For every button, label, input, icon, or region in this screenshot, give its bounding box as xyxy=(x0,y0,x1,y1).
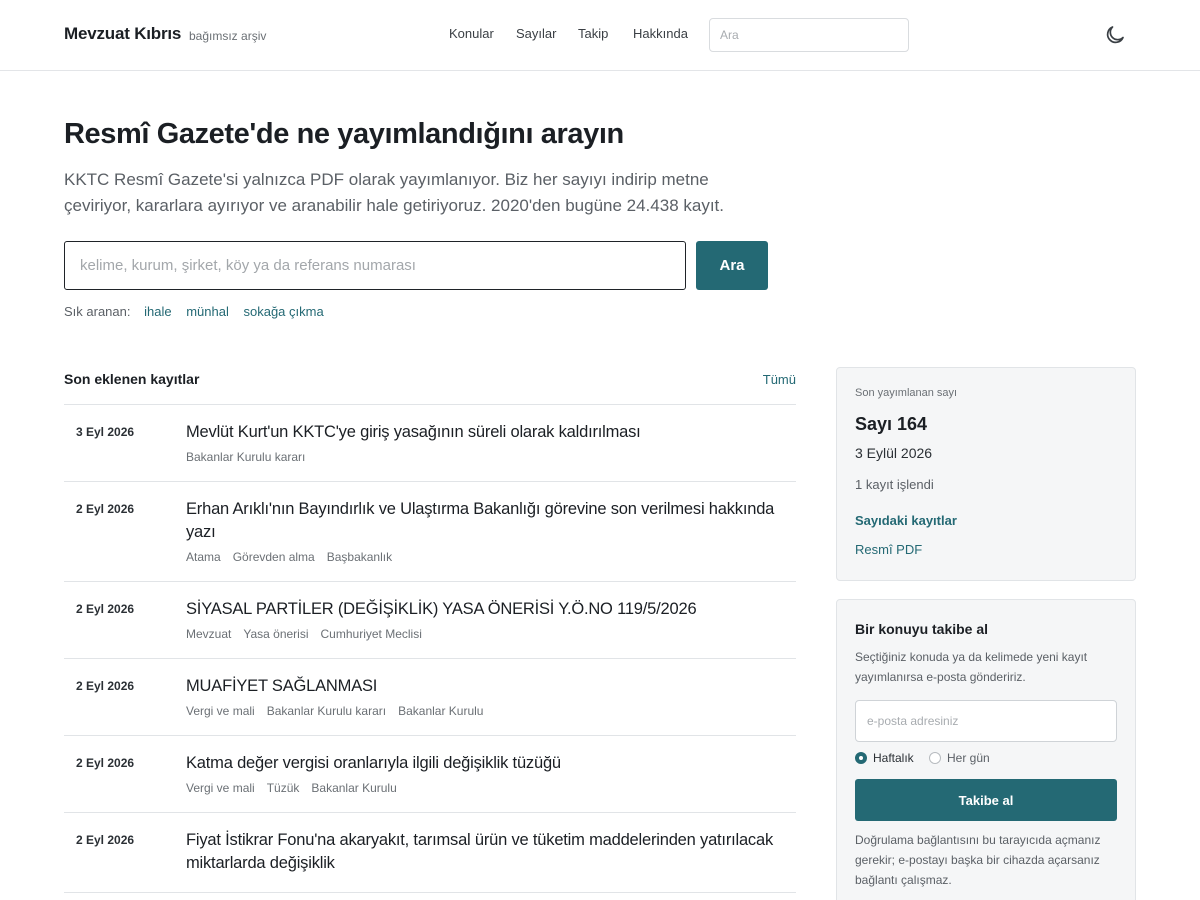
records-all-link[interactable]: Tümü xyxy=(763,372,796,387)
header-search-input[interactable] xyxy=(709,18,909,52)
record-tag: Tüzük xyxy=(266,781,300,795)
record-tag: Vergi ve mali xyxy=(186,781,255,795)
record-title-link[interactable]: Fiyat İstikrar Fonu'na akaryakıt, tarıms… xyxy=(186,829,796,875)
record-title-link[interactable]: Mevlüt Kurt'un KKTC'ye giriş yasağının s… xyxy=(186,421,796,444)
frequent-term-ihale[interactable]: ihale xyxy=(144,304,171,319)
frequent-searches-label: Sık aranan: xyxy=(64,304,131,319)
radio-daily-label: Her gün xyxy=(947,751,990,765)
radio-weekly[interactable]: Haftalık xyxy=(855,751,914,765)
record-row: 2 Eyl 2026 SİYASAL PARTİLER (DEĞİŞİKLİK) … xyxy=(64,582,796,659)
latest-issue-label: Son yayımlanan sayı xyxy=(855,387,958,399)
record-title-link[interactable]: SİYASAL PARTİLER (DEĞİŞİKLİK) YASA ÖNERİ… xyxy=(186,598,796,621)
record-tag: Bakanlar Kurulu xyxy=(311,781,397,795)
record-tag: Yasa önerisi xyxy=(243,627,309,641)
radio-weekly-label: Haftalık xyxy=(873,751,914,765)
brand-logo[interactable]: Mevzuat Kıbrıs xyxy=(64,24,181,44)
record-tag: Bakanlar Kurulu kararı xyxy=(186,450,306,464)
record-tags: Vergi ve mali Tüzük Bakanlar Kurulu xyxy=(186,781,796,795)
main-search-input[interactable] xyxy=(64,241,686,290)
record-tag: Vergi ve mali xyxy=(186,704,255,718)
record-tag: Mevzuat xyxy=(186,627,232,641)
record-tag: Bakanlar Kurulu kararı xyxy=(266,704,387,718)
nav-konular[interactable]: Konular xyxy=(449,26,494,41)
frequent-term-sokaga-cikma[interactable]: sokağa çıkma xyxy=(243,304,323,319)
record-tag: Başbakanlık xyxy=(326,550,393,564)
follow-topic-card: Bir konuyu takibe al Seçtiğiniz konuda y… xyxy=(836,599,1136,900)
hero-description: KKTC Resmî Gazete'si yalnızca PDF olarak… xyxy=(64,170,724,215)
records-title: Son eklenen kayıtlar xyxy=(64,371,200,387)
record-row: 2 Eyl 2026 MUAFİYET SAĞLANMASI Vergi ve ma… xyxy=(64,659,796,736)
nav-sayilar[interactable]: Sayılar xyxy=(516,26,556,41)
radio-weekly-indicator[interactable] xyxy=(855,752,867,764)
official-pdf-link[interactable]: Resmî PDF xyxy=(855,542,922,557)
record-row: 3 Eyl 2026 Mevlüt Kurt'un KKTC'ye giriş y… xyxy=(64,405,796,482)
record-date: 3 Eyl 2026 xyxy=(76,425,135,439)
follow-description: Seçtiğiniz konuda ya da kelimede yeni ka… xyxy=(855,650,1088,684)
issue-records-link[interactable]: Sayıdaki kayıtlar xyxy=(855,513,957,528)
frequent-term-munhal[interactable]: münhal xyxy=(186,304,229,319)
record-title-link[interactable]: MUAFİYET SAĞLANMASI xyxy=(186,675,796,698)
frequent-searches: Sık aranan: ihale münhal sokağa çıkma xyxy=(64,304,335,319)
record-tags: Atama Görevden alma Başbakanlık xyxy=(186,550,796,564)
record-date: 2 Eyl 2026 xyxy=(76,756,135,770)
records-list: 3 Eyl 2026 Mevlüt Kurt'un KKTC'ye giriş y… xyxy=(64,405,796,893)
latest-issue-date: 3 Eylül 2026 xyxy=(855,445,933,461)
record-row: 2 Eyl 2026 Fiyat İstikrar Fonu'na akaryak… xyxy=(64,813,796,893)
moon-icon[interactable] xyxy=(1103,23,1127,47)
nav-takip[interactable]: Takip xyxy=(578,26,608,41)
top-header: Mevzuat Kıbrıs bağımsız arşiv Konular Sa… xyxy=(0,0,1200,71)
record-tag: Bakanlar Kurulu xyxy=(398,704,484,718)
record-date: 2 Eyl 2026 xyxy=(76,502,135,516)
email-field[interactable] xyxy=(855,700,1117,742)
latest-issue-number: Sayı 164 xyxy=(855,414,928,434)
record-tags: Mevzuat Yasa önerisi Cumhuriyet Meclisi xyxy=(186,627,796,641)
radio-daily[interactable]: Her gün xyxy=(929,751,990,765)
page-title: Resmî Gazete'de ne yayımlandığını arayın xyxy=(64,118,624,150)
record-title-link[interactable]: Erhan Arıklı'nın Bayındırlık ve Ulaştırm… xyxy=(186,498,796,544)
records-header: Son eklenen kayıtlar Tümü xyxy=(64,371,796,405)
record-title-link[interactable]: Katma değer vergisi oranlarıyla ilgili d… xyxy=(186,752,796,775)
brand-tagline: bağımsız arşiv xyxy=(189,29,267,43)
follow-submit-button[interactable]: Takibe al xyxy=(855,779,1117,821)
latest-issue-card: Son yayımlanan sayı Sayı 164 3 Eylül 202… xyxy=(836,367,1136,581)
latest-issue-count: 1 kayıt işlendi xyxy=(855,477,934,492)
record-row: 2 Eyl 2026 Katma değer vergisi oranlarıyl… xyxy=(64,736,796,813)
record-date: 2 Eyl 2026 xyxy=(76,679,135,693)
nav-hakkinda[interactable]: Hakkında xyxy=(633,26,688,41)
record-tag: Cumhuriyet Meclisi xyxy=(320,627,422,641)
record-date: 2 Eyl 2026 xyxy=(76,602,135,616)
record-tags: Bakanlar Kurulu kararı xyxy=(186,450,796,464)
record-tag: Atama xyxy=(186,550,221,564)
record-row: 2 Eyl 2026 Erhan Arıklı'nın Bayındırlık v… xyxy=(64,482,796,582)
record-date: 2 Eyl 2026 xyxy=(76,833,135,847)
record-tag: Görevden alma xyxy=(232,550,315,564)
follow-note: Doğrulama bağlantısını bu tarayıcıda açm… xyxy=(855,833,1101,887)
record-tags: Vergi ve mali Bakanlar Kurulu kararı Bakan… xyxy=(186,704,796,718)
follow-title: Bir konuyu takibe al xyxy=(855,621,989,637)
radio-daily-indicator[interactable] xyxy=(929,752,941,764)
main-search-button[interactable]: Ara xyxy=(696,241,768,290)
